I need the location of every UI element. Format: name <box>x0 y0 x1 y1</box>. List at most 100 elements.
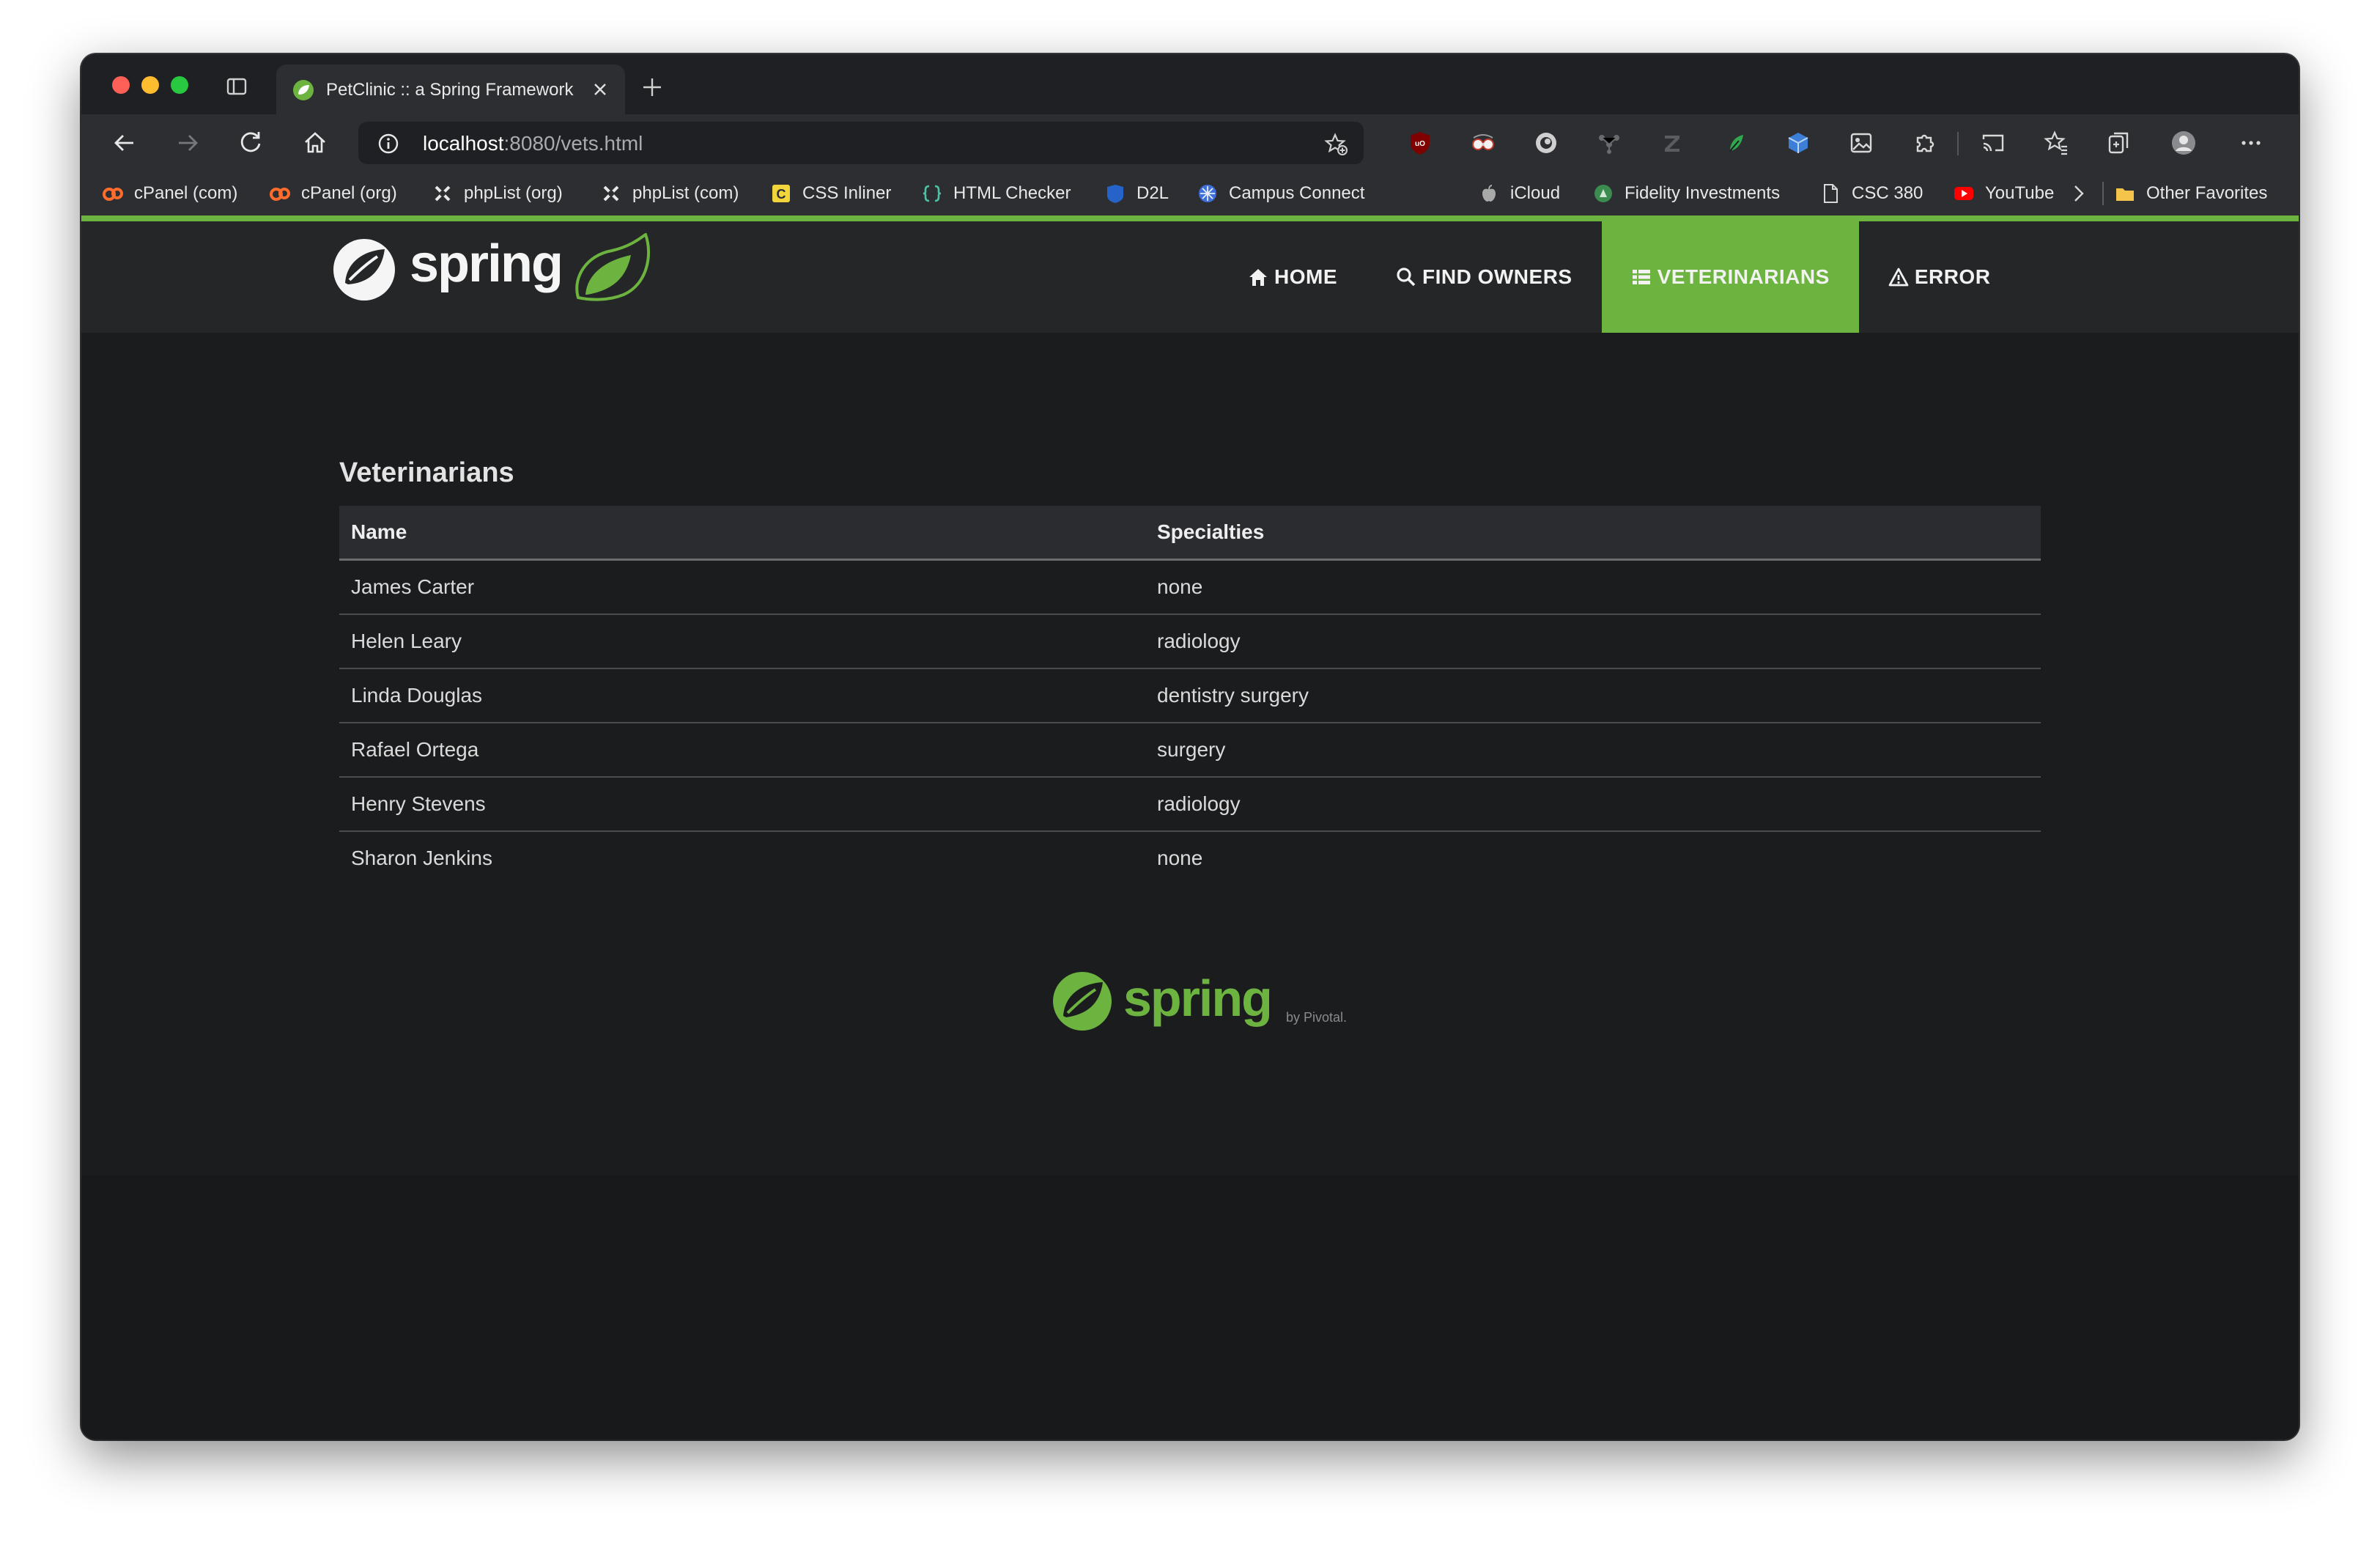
url-text: localhost:8080/vets.html <box>423 132 643 155</box>
vet-specialties: radiology <box>1145 777 2041 832</box>
vet-name: Sharon Jenkins <box>351 847 493 869</box>
minimize-window-button[interactable] <box>141 76 159 94</box>
cube-extension-icon[interactable] <box>1784 129 1812 157</box>
bookmark-campus-connect[interactable]: Campus Connect <box>1197 172 1364 215</box>
forward-arrow-icon <box>179 135 198 151</box>
vet-specialties: none <box>1157 847 1203 869</box>
tab-actions-icon[interactable] <box>225 75 248 98</box>
vet-specialties: surgery <box>1145 723 2041 778</box>
profile-avatar-icon[interactable] <box>2170 129 2198 157</box>
fidelity-icon <box>1594 185 1612 202</box>
new-tab-icon[interactable] <box>640 75 665 100</box>
footer-brand-text: spring <box>1123 970 1271 1027</box>
url-host: localhost <box>423 132 504 155</box>
close-window-button[interactable] <box>112 76 130 94</box>
chevron-right-icon[interactable] <box>2067 182 2091 205</box>
vet-name: Linda Douglas <box>339 668 1145 723</box>
leaf-extension-icon[interactable] <box>1721 129 1749 157</box>
browser-window: PetClinic :: a Spring Framework demonstr… <box>81 54 2299 1440</box>
bookmark-csc-380[interactable]: CSC 380 <box>1819 172 1923 215</box>
svg-text:uO: uO <box>1415 140 1425 148</box>
nav-error[interactable]: ERROR <box>1859 221 2020 333</box>
bookmark-phplist-com[interactable]: phpList (com) <box>600 172 739 215</box>
extensions-puzzle-icon[interactable] <box>1910 129 1938 157</box>
spring-petclinic-logo[interactable]: spring <box>330 233 668 306</box>
close-icon[interactable] <box>590 79 610 100</box>
browser-toolbar: localhost:8080/vets.html uO <box>81 114 2299 172</box>
vet-name: Rafael Ortega <box>339 723 1145 778</box>
vet-specialties: dentistry surgery <box>1145 668 2041 723</box>
browser-tab[interactable]: PetClinic :: a Spring Framework demonstr… <box>276 64 625 114</box>
vets-table: Name Specialties James Carter none Helen… <box>339 506 2041 885</box>
collections-icon[interactable] <box>2105 129 2133 157</box>
table-row: Helen Leary radiology <box>339 614 2041 669</box>
spy-glasses-icon[interactable] <box>1469 129 1497 157</box>
back-arrow-icon <box>114 135 133 151</box>
address-bar[interactable]: localhost:8080/vets.html <box>358 122 1364 164</box>
bookmark-phplist-org[interactable]: phpList (org) <box>432 172 563 215</box>
column-header-name: Name <box>339 506 1145 561</box>
circle-extension-icon[interactable] <box>1532 129 1560 157</box>
info-icon[interactable] <box>377 133 399 155</box>
vet-name: James Carter <box>339 559 1145 615</box>
bookmark-other-favorites[interactable]: Other Favorites <box>2114 172 2267 215</box>
table-row: Henry Stevens radiology <box>339 777 2041 832</box>
cast-icon[interactable] <box>1979 129 2007 157</box>
d2l-icon <box>1107 185 1123 203</box>
nav-veterinarians[interactable]: VETERINARIANS <box>1601 221 1859 333</box>
bookmarks-divider <box>2102 182 2104 205</box>
favorites-icon[interactable] <box>2042 129 2070 157</box>
network-extension-icon[interactable] <box>1595 129 1623 157</box>
bookmark-youtube[interactable]: YouTube <box>1953 172 2054 215</box>
nav-error-label: ERROR <box>1914 265 1991 288</box>
table-row: Linda Douglas dentistry surgery <box>339 668 2041 723</box>
column-header-specialties: Specialties <box>1145 506 2041 561</box>
home-outline-icon <box>305 132 325 153</box>
forward-button[interactable] <box>172 128 203 158</box>
page-empty-area <box>81 1176 2299 1440</box>
back-button[interactable] <box>109 128 140 158</box>
folder-icon <box>2116 188 2134 201</box>
more-menu-icon[interactable] <box>2237 129 2265 157</box>
youtube-icon <box>1954 187 1973 200</box>
brand-text: spring <box>410 235 562 293</box>
app-navbar: spring HOME FIND OWNERS VETERINARIANS ER… <box>81 215 2299 333</box>
vet-specialties: radiology <box>1145 614 2041 669</box>
table-header-row: Name Specialties <box>339 506 2041 561</box>
spring-favicon-icon <box>293 80 314 100</box>
phplist-icon <box>603 185 619 202</box>
nav-home[interactable]: HOME <box>1219 221 1367 333</box>
cpanel-icon <box>270 188 290 201</box>
reload-button[interactable] <box>235 128 266 158</box>
reload-icon <box>240 132 261 152</box>
bookmark-d2l[interactable]: D2L <box>1104 172 1169 215</box>
nav-find-owners-label: FIND OWNERS <box>1422 265 1572 288</box>
html-checker-icon <box>923 185 942 202</box>
home-button[interactable] <box>300 128 330 158</box>
maximize-window-button[interactable] <box>171 76 188 94</box>
nav-find-owners[interactable]: FIND OWNERS <box>1367 221 1602 333</box>
bookmark-fidelity[interactable]: Fidelity Investments <box>1592 172 1780 215</box>
bookmark-html-checker[interactable]: HTML Checker <box>921 172 1071 215</box>
zotero-icon[interactable] <box>1658 129 1686 157</box>
main-content: Veterinarians Name Specialties James Car… <box>339 447 2041 885</box>
list-icon <box>1632 270 1650 284</box>
add-favorite-icon[interactable] <box>1324 132 1349 157</box>
css-inliner-icon: C <box>772 185 790 202</box>
nav-home-label: HOME <box>1274 265 1337 288</box>
vet-name: Henry Stevens <box>339 777 1145 832</box>
bookmark-cpanel-com[interactable]: cPanel (com) <box>102 172 237 215</box>
url-path: :8080/vets.html <box>503 132 643 155</box>
apple-icon <box>1482 185 1496 202</box>
bookmark-cpanel-org[interactable]: cPanel (org) <box>269 172 397 215</box>
warning-icon <box>1888 268 1909 287</box>
main-nav: HOME FIND OWNERS VETERINARIANS ERROR <box>1219 221 2019 333</box>
bookmark-css-inliner[interactable]: C CSS Inliner <box>770 172 891 215</box>
image-extension-icon[interactable] <box>1847 129 1875 157</box>
spring-footer-logo: spring by Pivotal. <box>1053 970 1347 1031</box>
tab-title: PetClinic :: a Spring Framework demonstr… <box>326 80 575 100</box>
ublock-icon[interactable]: uO <box>1406 129 1434 157</box>
bookmark-icloud[interactable]: iCloud <box>1478 172 1560 215</box>
home-icon <box>1249 269 1267 286</box>
search-icon <box>1397 268 1416 287</box>
